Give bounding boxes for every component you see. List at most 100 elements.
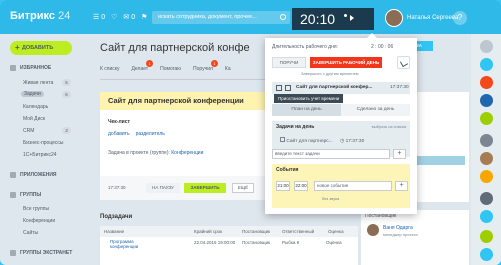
- sidebar-item-sites[interactable]: Сайты: [23, 230, 38, 236]
- select-from-list-link[interactable]: выбрать из списка: [372, 124, 406, 129]
- tab-assigned[interactable]: Поручил 1: [193, 60, 218, 79]
- project-link[interactable]: Конференции: [171, 150, 203, 156]
- bell-icon[interactable]: [480, 58, 493, 71]
- duration-label: Длительность рабочего дня:: [272, 44, 338, 50]
- workday-popup: Длительность рабочего дня: 2 : 00 : 06 П…: [265, 33, 417, 214]
- sidebar-badge-tasks: 6: [62, 91, 71, 98]
- video-icon[interactable]: [480, 248, 493, 261]
- table-row[interactable]: Программа конференции 22.04.2016 19:00:0…: [100, 237, 358, 253]
- finish-button[interactable]: ЗАВЕРШИТЬ: [184, 183, 226, 193]
- duration-value: 2 : 00 : 06: [371, 44, 394, 50]
- clock-dot-icon: [344, 14, 347, 17]
- user-menu[interactable]: Наталья Сергеева: [385, 8, 458, 28]
- avatar[interactable]: [480, 134, 493, 147]
- sidebar-badge-crm: 3: [62, 127, 71, 134]
- work-clock[interactable]: 20:10: [292, 8, 374, 30]
- more-button[interactable]: ЕЩЁ: [232, 183, 254, 193]
- search-icon[interactable]: [480, 40, 493, 53]
- avatar[interactable]: [480, 152, 493, 165]
- add-task-button[interactable]: +: [393, 149, 406, 159]
- flag-icon[interactable]: ⚑: [141, 13, 147, 21]
- avatar[interactable]: [480, 76, 493, 89]
- checklist-add-link[interactable]: добавить: [108, 131, 130, 137]
- tab-plan[interactable]: План на день: [272, 104, 341, 116]
- event-start-time[interactable]: 21:00: [276, 181, 290, 191]
- sidebar-item-bp[interactable]: Бизнес-процессы: [23, 140, 64, 146]
- user-name: Наталья Сергеева: [407, 15, 459, 21]
- task-text-input[interactable]: введите текст задачи: [272, 149, 390, 159]
- col-name[interactable]: Название: [100, 226, 190, 237]
- col-assignee[interactable]: Ответственный: [278, 226, 324, 237]
- finish-other-time-link[interactable]: Завершить с другим временем: [301, 71, 359, 76]
- pause-icon[interactable]: [276, 85, 282, 91]
- popup-arrow: [367, 33, 377, 38]
- avatar: [367, 224, 379, 236]
- extranet-icon: [10, 250, 16, 256]
- groups-icon: [10, 192, 16, 198]
- sidebar-item-disk[interactable]: Мой Диск: [23, 116, 45, 122]
- flag-icon[interactable]: [285, 85, 291, 91]
- share-icon[interactable]: [397, 56, 410, 69]
- avatar[interactable]: [480, 94, 493, 107]
- checklist-links: добавить разделитель: [108, 131, 165, 137]
- page-title: Сайт для партнерской конфе: [100, 42, 250, 54]
- tab-doing[interactable]: Делает 1: [132, 60, 154, 79]
- search-input[interactable]: искать сотрудника, документ, прочее...: [152, 11, 290, 24]
- list-item[interactable]: Сайт для партнерс... ◷ 17:37:30: [280, 137, 364, 144]
- avatar: [385, 9, 403, 27]
- sidebar-item-conferences[interactable]: Конференции: [23, 218, 55, 224]
- help-icon[interactable]: ?: [453, 11, 467, 25]
- events-header: События: [276, 167, 299, 173]
- checklist-separator-link[interactable]: разделитель: [136, 131, 165, 137]
- apps-icon: [10, 172, 16, 178]
- current-task[interactable]: Сайт для партнерской конфер... 17:37:30: [272, 82, 410, 94]
- col-score[interactable]: Оценка: [324, 226, 358, 237]
- top-bar: Битрикс 24 ☰ 0 ♡ ✉ 0 ⚑ искать сотрудника…: [0, 0, 501, 34]
- tab-back[interactable]: К списку: [100, 66, 120, 79]
- sidebar-item-crm[interactable]: CRM: [23, 128, 34, 134]
- sidebar: ДОБАВИТЬ ИЗБРАННОЕ Живая лента 5 Задачи …: [0, 34, 90, 265]
- tab-helping[interactable]: Помогаю: [160, 66, 181, 79]
- app-window: Битрикс 24 ☰ 0 ♡ ✉ 0 ⚑ искать сотрудника…: [0, 0, 501, 265]
- event-text-input[interactable]: новое событие: [314, 181, 392, 191]
- sidebar-item-calendar[interactable]: Календарь: [23, 104, 48, 110]
- chat-icon[interactable]: [480, 210, 493, 223]
- avatar[interactable]: [480, 170, 493, 183]
- avatar[interactable]: [480, 112, 493, 125]
- add-event-button[interactable]: +: [395, 181, 408, 191]
- sidebar-item-all-groups[interactable]: Все группы: [23, 206, 49, 212]
- search-icon[interactable]: [280, 14, 286, 20]
- mail-icon[interactable]: ✉ 0: [123, 13, 135, 21]
- task-timer: 17:37:30: [108, 185, 126, 190]
- finish-day-button[interactable]: ЗАВЕРШИТЬ РАБОЧИЙ ДЕНЬ: [310, 57, 382, 68]
- plan-tabs: План на день Сделано за день: [272, 104, 410, 116]
- menu-icon[interactable]: ☰ 0: [93, 13, 105, 21]
- avatar[interactable]: [480, 192, 493, 205]
- event-option-checkbox[interactable]: без звука: [322, 196, 339, 201]
- extranet-header[interactable]: ГРУППЫ ЭКСТРАНЕТ: [20, 250, 72, 256]
- count-badge: 1: [210, 60, 218, 67]
- apps-header[interactable]: ПРИЛОЖЕНИЯ: [20, 172, 57, 178]
- tab-more[interactable]: Ка: [225, 66, 231, 79]
- add-button[interactable]: ДОБАВИТЬ: [10, 41, 72, 55]
- checkbox[interactable]: [280, 137, 285, 142]
- heart-icon[interactable]: ♡: [111, 13, 117, 21]
- subtasks-grid: Название Крайний срок Постановщик Ответс…: [100, 226, 358, 265]
- grid-header: Название Крайний срок Постановщик Ответс…: [100, 226, 358, 237]
- event-end-time[interactable]: 22:00: [294, 181, 308, 191]
- logo[interactable]: Битрикс 24: [10, 10, 70, 22]
- creator-name[interactable]: Ваня Одарга: [383, 225, 413, 231]
- sidebar-item-tasks[interactable]: Задачи: [21, 91, 44, 97]
- tab-done[interactable]: Сделано за день: [341, 104, 410, 116]
- favorites-header[interactable]: ИЗБРАННОЕ: [20, 65, 51, 71]
- sidebar-item-1c[interactable]: 1С+Битрикс24: [23, 152, 57, 158]
- creator-role: менеджер проекта: [383, 232, 418, 237]
- col-deadline[interactable]: Крайний срок: [190, 226, 238, 237]
- groups-header[interactable]: ГРУППЫ: [20, 192, 41, 198]
- pause-button[interactable]: НА ПАУЗУ: [146, 183, 180, 193]
- col-creator[interactable]: Постановщик: [238, 226, 278, 237]
- pause-button[interactable]: ПОРУЧИ: [272, 57, 306, 68]
- phone-icon[interactable]: [480, 230, 493, 243]
- star-icon: [10, 65, 16, 71]
- sidebar-item-feed[interactable]: Живая лента: [23, 80, 53, 86]
